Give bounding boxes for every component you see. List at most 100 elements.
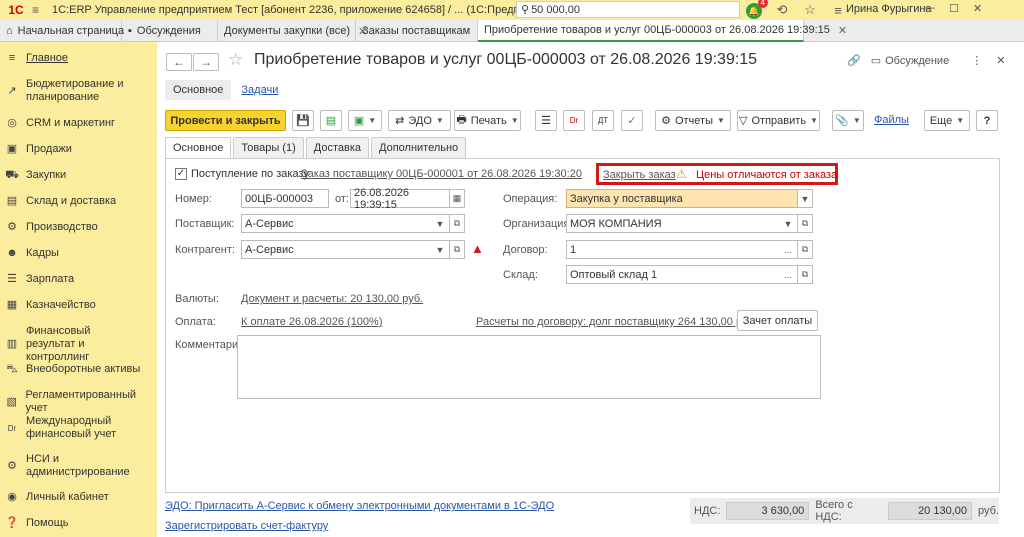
sidebar-item-salary[interactable]: ☰ Зарплата <box>0 273 157 286</box>
notifications-icon[interactable]: 🔔 4 <box>746 0 768 19</box>
select-dots-icon[interactable]: … <box>780 265 796 284</box>
files-link[interactable]: Файлы <box>874 114 909 126</box>
structure-button[interactable]: ☰ <box>535 110 557 131</box>
chevron-down-icon[interactable]: ▼ <box>780 214 796 233</box>
bag-icon: ▣ <box>6 143 18 155</box>
sidebar-item-label: Производство <box>26 221 98 233</box>
sidebar-item-production[interactable]: ⚙ Производство <box>0 221 157 234</box>
check-button[interactable]: ✓ <box>621 110 643 131</box>
edo-invite-link[interactable]: ЭДО: Пригласить А-Сервис к обмену электр… <box>165 500 554 512</box>
discussion-button[interactable]: Обсуждение <box>885 55 949 67</box>
post-button[interactable]: ▤ <box>320 110 342 131</box>
register-invoice-link[interactable]: Зарегистрировать счет-фактуру <box>165 520 328 532</box>
operation-field[interactable]: Закупка у поставщика <box>566 189 798 208</box>
tab-discussions[interactable]: ▪ Обсуждения <box>122 20 218 42</box>
close-icon[interactable]: ✕ <box>838 24 847 37</box>
tab-additional[interactable]: Дополнительно <box>371 137 467 158</box>
sidebar-item-hr[interactable]: ☻ Кадры <box>0 247 157 260</box>
settlements-link[interactable]: Расчеты по договору: долг поставщику 264… <box>476 316 757 328</box>
edo-button[interactable]: ⇄ ЭДО ▼ <box>388 110 451 131</box>
comment-textarea[interactable] <box>237 335 821 399</box>
sidebar-item-warehouse[interactable]: ▤ Склад и доставка <box>0 195 157 208</box>
favorites-star-icon[interactable]: ☆ <box>802 2 818 18</box>
link-icon[interactable]: 🔗 <box>847 54 861 67</box>
number-field[interactable]: 00ЦБ-000003 <box>241 189 329 208</box>
date-field[interactable]: 26.08.2026 19:39:15 <box>350 187 450 211</box>
sidebar-item-admin[interactable]: ⚙ НСИ и администрирование <box>0 453 157 479</box>
tab-goods[interactable]: Товары (1) <box>233 137 304 158</box>
tab-current-document[interactable]: Приобретение товаров и услуг 00ЦБ-000003… <box>478 20 847 42</box>
sidebar-item-crm[interactable]: ◎ CRM и маркетинг <box>0 117 157 130</box>
close-order-link[interactable]: Закрыть заказ <box>603 169 676 181</box>
vat-label: НДС: <box>694 505 721 517</box>
counterparty-field[interactable]: А-Сервис <box>241 240 450 259</box>
open-icon[interactable]: ⧉ <box>449 214 465 233</box>
chevron-down-icon[interactable]: ▼ <box>797 189 813 208</box>
more-vertical-icon[interactable]: ⋮ <box>971 54 982 67</box>
receipt-by-order-checkbox[interactable]: ✓ <box>175 168 187 180</box>
user-name[interactable]: Ирина Фурыгина <box>846 3 932 15</box>
subtab-tasks[interactable]: Задачи <box>241 84 278 96</box>
tab-main[interactable]: Основное <box>165 137 232 159</box>
sidebar-item-label: Кадры <box>26 247 59 259</box>
attach-button[interactable]: 📎 ▼ <box>832 110 864 131</box>
send-button[interactable]: ▽ Отправить ▼ <box>737 110 820 131</box>
save-button[interactable]: 💾 <box>292 110 314 131</box>
sidebar-item-sales[interactable]: ▣ Продажи <box>0 143 157 156</box>
sidebar-item-main[interactable]: ≡ Главное <box>0 52 157 65</box>
history-icon[interactable]: ⟲ <box>774 2 790 18</box>
chevron-down-icon[interactable]: ▼ <box>432 240 448 259</box>
sidebar-item-purchases[interactable]: ⛟ Закупки <box>0 169 157 182</box>
more-button[interactable]: Еще ▼ <box>924 110 970 131</box>
open-icon[interactable]: ⧉ <box>797 265 813 284</box>
payment-link[interactable]: К оплате 26.08.2026 (100%) <box>241 316 383 328</box>
help-button[interactable]: ? <box>976 110 998 131</box>
minimize-icon[interactable]: — <box>924 2 935 15</box>
search-input[interactable]: ⚲ 50 000,00 <box>516 1 740 18</box>
create-based-on-button[interactable]: ▣ ▼ <box>348 110 382 131</box>
discussion-icon[interactable]: ▭ <box>871 54 881 67</box>
forward-button[interactable]: → <box>193 53 219 71</box>
print-button[interactable]: 🖶 Печать ▼ <box>454 110 521 131</box>
sidebar-item-financial-result[interactable]: ▥ Финансовый результат и контроллинг <box>0 325 157 364</box>
menu-icon[interactable]: ≡ <box>830 3 846 18</box>
sidebar-item-account[interactable]: ◉ Личный кабинет <box>0 491 157 504</box>
close-icon[interactable]: ✕ <box>996 54 1005 67</box>
calendar-icon[interactable]: ▦ <box>449 189 465 208</box>
tab-purchase-documents[interactable]: Документы закупки (все) ✕ <box>218 20 367 42</box>
dtkt-button[interactable]: Dr <box>563 110 585 131</box>
tab-supplier-orders[interactable]: Заказы поставщикам ✕ <box>356 20 487 42</box>
open-icon[interactable]: ⧉ <box>797 240 813 259</box>
vat-value: 3 630,00 <box>726 502 810 520</box>
organization-field[interactable]: МОЯ КОМПАНИЯ <box>566 214 798 233</box>
main-menu-icon[interactable]: ≡ <box>32 3 46 17</box>
maximize-icon[interactable]: ☐ <box>949 2 959 15</box>
close-icon[interactable]: ✕ <box>973 2 982 15</box>
sidebar-item-regulated-accounting[interactable]: ▧ Регламентированный учет <box>0 389 157 415</box>
post-and-close-button[interactable]: Провести и закрыть <box>165 110 286 131</box>
car-icon: ⛍ <box>6 363 18 375</box>
sidebar-item-help[interactable]: ❓ Помощь <box>0 517 157 530</box>
warehouse-field[interactable]: Оптовый склад 1 <box>566 265 798 284</box>
sidebar-item-ifrs[interactable]: Dr Международный финансовый учет <box>0 415 157 441</box>
open-icon[interactable]: ⧉ <box>449 240 465 259</box>
reports-button[interactable]: ⚙ Отчеты ▼ <box>655 110 731 131</box>
sidebar-item-budgeting[interactable]: ↗ Бюджетирование и планирование <box>0 78 157 104</box>
supplier-order-link[interactable]: Заказ поставщику 00ЦБ-000001 от 26.08.20… <box>301 168 582 180</box>
select-dots-icon[interactable]: … <box>780 240 796 259</box>
tab-home[interactable]: ⌂ Начальная страница <box>0 20 124 42</box>
subtab-main[interactable]: Основное <box>165 80 232 100</box>
currency-link[interactable]: Документ и расчеты: 20 130,00 руб. <box>241 293 423 305</box>
supplier-field[interactable]: А-Сервис <box>241 214 450 233</box>
contract-field[interactable]: 1 <box>566 240 798 259</box>
paperclip-icon: 📎 <box>835 115 849 127</box>
sidebar-item-treasury[interactable]: ▦ Казначейство <box>0 299 157 312</box>
favorite-star-icon[interactable]: ☆ <box>228 50 243 70</box>
sidebar-item-fixed-assets[interactable]: ⛍ Внеоборотные активы <box>0 363 157 376</box>
chevron-down-icon[interactable]: ▼ <box>432 214 448 233</box>
payment-offset-button[interactable]: Зачет оплаты <box>737 310 818 331</box>
movements-button[interactable]: ДТ <box>592 110 614 131</box>
back-button[interactable]: ← <box>166 53 192 71</box>
tab-delivery[interactable]: Доставка <box>305 137 369 158</box>
open-icon[interactable]: ⧉ <box>797 214 813 233</box>
